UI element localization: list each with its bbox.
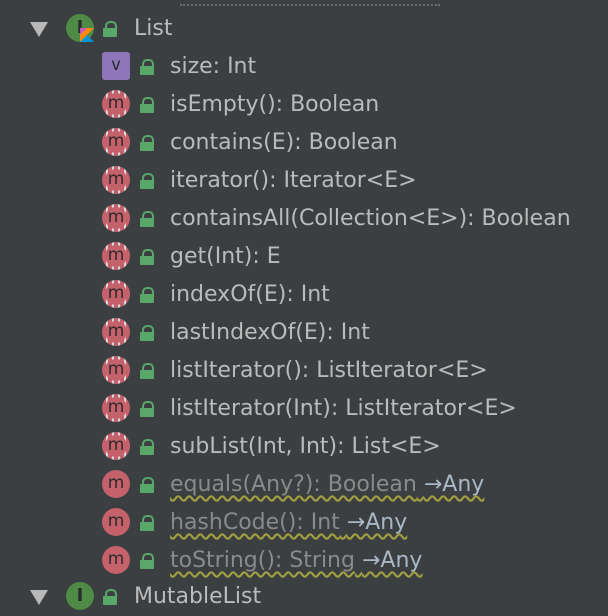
member-label: contains(E): Boolean [170, 130, 398, 155]
tree-member-row[interactable]: m listIterator(Int): ListIterator<E> [0, 390, 608, 428]
abstract-method-icon: m [102, 318, 130, 346]
tree-member-row[interactable]: m equals(Any?): Boolean →Any [0, 466, 608, 504]
member-label: equals(Any?): Boolean →Any [170, 472, 485, 497]
abstract-method-icon: m [102, 280, 130, 308]
member-label: size: Int [170, 54, 257, 79]
method-icon: m [102, 546, 130, 574]
public-lock-icon [140, 553, 154, 569]
public-lock-icon [140, 477, 154, 493]
abstract-method-icon: m [102, 204, 130, 232]
public-lock-icon [140, 287, 154, 303]
tree-node-label: MutableList [134, 584, 262, 609]
tree-member-row[interactable]: m hashCode(): Int →Any [0, 504, 608, 542]
public-lock-icon [140, 325, 154, 341]
member-label: isEmpty(): Boolean [170, 92, 380, 117]
tree-node-list[interactable]: I List [0, 10, 608, 48]
public-lock-icon [140, 363, 154, 379]
member-label: lastIndexOf(E): Int [170, 320, 370, 345]
tree-member-row[interactable]: m listIterator(): ListIterator<E> [0, 352, 608, 390]
public-lock-icon [103, 589, 117, 605]
public-lock-icon [140, 211, 154, 227]
member-label: get(Int): E [170, 244, 281, 269]
inherited-from-label: →Any [423, 472, 485, 497]
tree-node-mutablelist[interactable]: I MutableList [0, 578, 608, 616]
tree-member-row[interactable]: m isEmpty(): Boolean [0, 86, 608, 124]
kotlin-interface-icon: I [66, 14, 96, 44]
property-icon: v [102, 52, 130, 80]
member-label: containsAll(Collection<E>): Boolean [170, 206, 571, 231]
tree-member-row[interactable]: m toString(): String →Any [0, 542, 608, 580]
tree-node-label: List [134, 16, 173, 41]
tree-member-row[interactable]: m iterator(): Iterator<E> [0, 162, 608, 200]
tree-member-row[interactable]: v size: Int [0, 48, 608, 86]
member-label: subList(Int, Int): List<E> [170, 434, 441, 459]
tree-member-row[interactable]: m get(Int): E [0, 238, 608, 276]
public-lock-icon [140, 401, 154, 417]
public-lock-icon [140, 439, 154, 455]
member-label: listIterator(Int): ListIterator<E> [170, 396, 517, 421]
method-icon: m [102, 508, 130, 536]
inherited-from-label: →Any [346, 510, 408, 535]
public-lock-icon [140, 515, 154, 531]
abstract-method-icon: m [102, 242, 130, 270]
member-label: toString(): String →Any [170, 548, 423, 573]
kotlin-interface-icon: I [66, 582, 96, 612]
abstract-method-icon: m [102, 166, 130, 194]
abstract-method-icon: m [102, 128, 130, 156]
abstract-method-icon: m [102, 394, 130, 422]
public-lock-icon [140, 249, 154, 265]
method-icon: m [102, 470, 130, 498]
tree-member-row[interactable]: m lastIndexOf(E): Int [0, 314, 608, 352]
inherited-from-label: →Any [361, 548, 423, 573]
member-label: iterator(): Iterator<E> [170, 168, 417, 193]
structure-tree: I List v size: Int m isEmpty(): Boolean m con… [0, 0, 608, 610]
abstract-method-icon: m [102, 356, 130, 384]
public-lock-icon [140, 59, 154, 75]
previous-node-underline [180, 0, 440, 6]
tree-member-row[interactable]: m contains(E): Boolean [0, 124, 608, 162]
public-lock-icon [140, 173, 154, 189]
expand-arrow-icon[interactable] [30, 22, 48, 37]
tree-member-row[interactable]: m indexOf(E): Int [0, 276, 608, 314]
public-lock-icon [140, 135, 154, 151]
tree-member-row[interactable]: m containsAll(Collection<E>): Boolean [0, 200, 608, 238]
member-label: indexOf(E): Int [170, 282, 330, 307]
tree-member-row[interactable]: m subList(Int, Int): List<E> [0, 428, 608, 466]
abstract-method-icon: m [102, 90, 130, 118]
expand-arrow-icon[interactable] [30, 590, 48, 605]
public-lock-icon [140, 97, 154, 113]
member-label: hashCode(): Int →Any [170, 510, 408, 535]
member-label: listIterator(): ListIterator<E> [170, 358, 488, 383]
kotlin-badge-icon [80, 28, 94, 42]
abstract-method-icon: m [102, 432, 130, 460]
public-lock-icon [103, 21, 117, 37]
